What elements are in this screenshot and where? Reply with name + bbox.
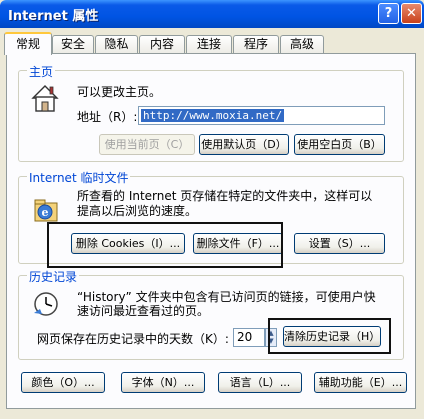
annotation-box-temp-files — [47, 222, 283, 268]
home-icon — [31, 85, 59, 112]
tab-advanced[interactable]: 高级 — [280, 35, 324, 54]
accessibility-button[interactable]: 辅助功能（E）... — [314, 372, 407, 393]
homepage-group: 主页 可以更改主页。 地址（R）: http://www.moxia.net/ … — [18, 63, 404, 162]
history-days-input[interactable]: 20 — [233, 328, 265, 347]
ie-icon: e — [34, 199, 58, 222]
address-label: 地址（R）: — [77, 110, 138, 124]
address-value: http://www.moxia.net/ — [141, 109, 285, 122]
use-default-button[interactable]: 使用默认页（D） — [199, 134, 289, 155]
temp-files-description-line2: 提高以后浏览的速度。 — [77, 204, 198, 218]
fonts-button[interactable]: 字体（N）... — [121, 372, 205, 393]
tab-connections[interactable]: 连接 — [186, 35, 232, 54]
history-group-label: 历史记录 — [27, 268, 80, 285]
homepage-description: 可以更改主页。 — [77, 85, 162, 99]
tab-privacy[interactable]: 隐私 — [95, 35, 138, 54]
history-clock-icon — [34, 292, 58, 316]
tab-general[interactable]: 常规 — [4, 32, 52, 55]
use-current-button[interactable]: 使用当前页（C） — [99, 134, 195, 155]
settings-button[interactable]: 设置（S）... — [294, 233, 385, 254]
tab-programs[interactable]: 程序 — [233, 35, 279, 54]
address-input[interactable]: http://www.moxia.net/ — [138, 106, 385, 125]
history-description-line2: 速访问最近查看过的页。 — [77, 304, 210, 318]
languages-button[interactable]: 语言（L）... — [218, 372, 302, 393]
window-title: Internet 属性 — [8, 9, 99, 24]
tab-content[interactable]: 内容 — [139, 35, 185, 54]
help-icon[interactable]: ? — [378, 3, 399, 24]
history-days-label: 网页保存在历史记录中的天数（K）: — [37, 332, 229, 346]
history-days-value: 20 — [237, 330, 253, 344]
tab-security[interactable]: 安全 — [52, 35, 94, 54]
temp-files-group-label: Internet 临时文件 — [27, 169, 131, 186]
colors-button[interactable]: 颜色（O）... — [21, 372, 105, 393]
svg-text:e: e — [42, 206, 49, 219]
homepage-group-label: 主页 — [27, 63, 56, 80]
close-icon[interactable]: ✕ — [401, 3, 422, 24]
annotation-box-history — [268, 318, 391, 354]
title-bar: Internet 属性 ? ✕ — [0, 0, 424, 28]
use-blank-button[interactable]: 使用空白页（B） — [294, 134, 385, 155]
